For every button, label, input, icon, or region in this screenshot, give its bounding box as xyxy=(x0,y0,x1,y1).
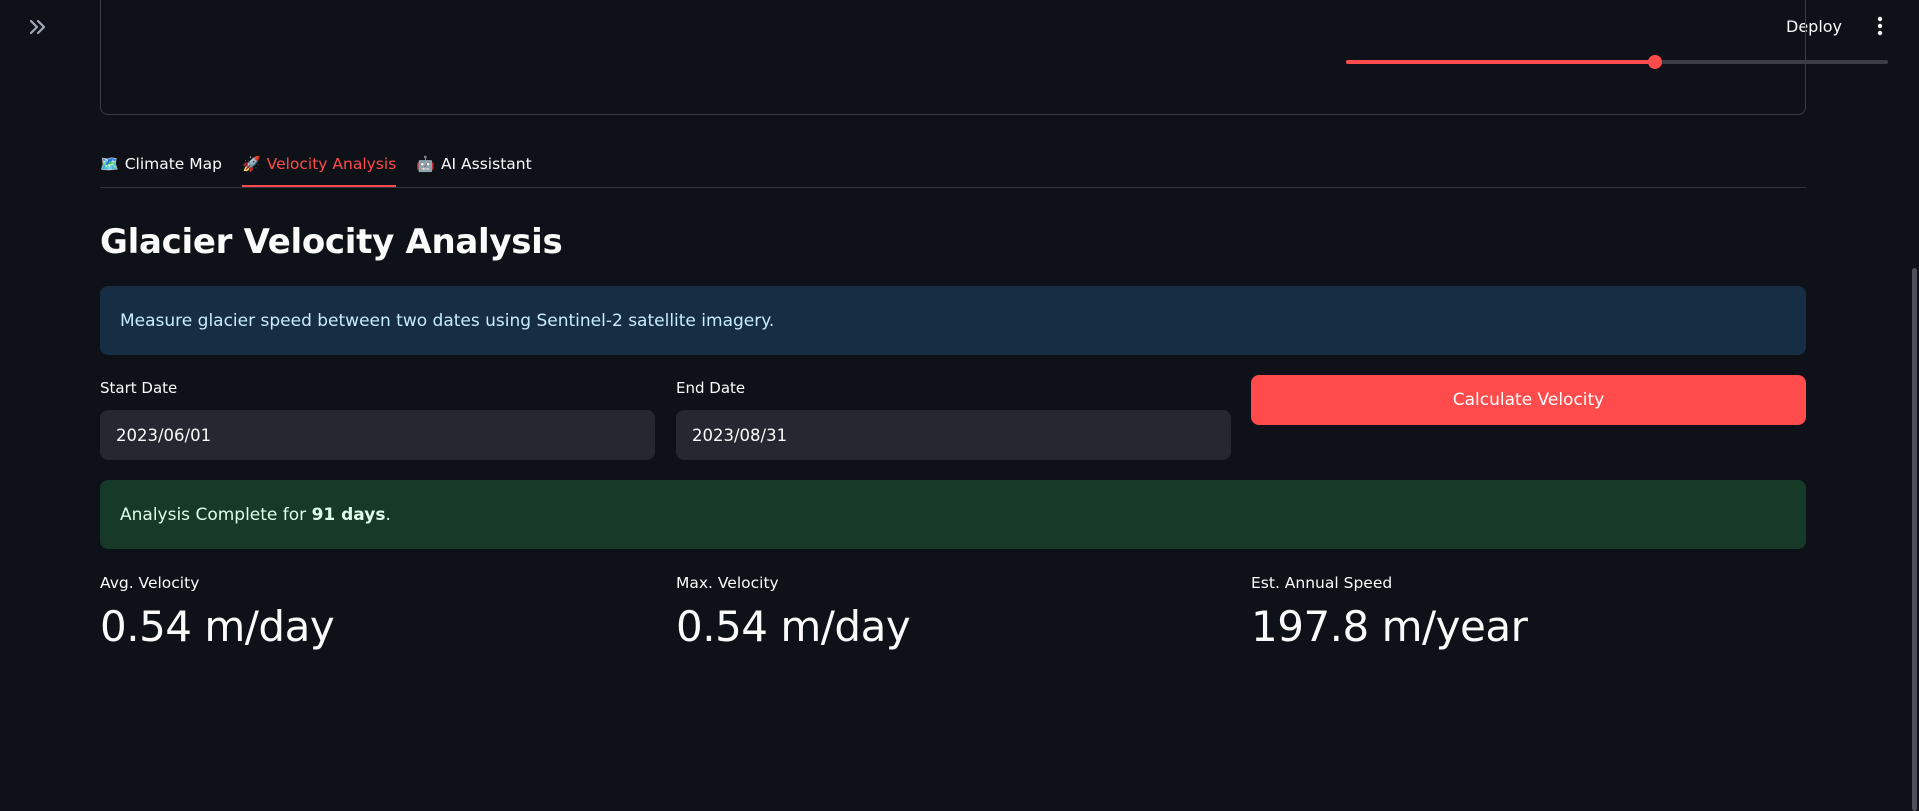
map-icon: 🗺️ xyxy=(100,155,119,173)
info-alert: Measure glacier speed between two dates … xyxy=(100,286,1806,355)
tab-velocity-analysis[interactable]: 🚀 Velocity Analysis xyxy=(241,141,397,187)
tab-climate-map[interactable]: 🗺️ Climate Map xyxy=(100,141,222,187)
metric-value: 197.8 m/year xyxy=(1251,602,1528,651)
tab-bar: 🗺️ Climate Map 🚀 Velocity Analysis 🤖 AI … xyxy=(100,141,1806,188)
metric-label: Max. Velocity xyxy=(676,574,779,592)
app-page: Deploy 🗺️ Climate Map 🚀 Velocity Analysi… xyxy=(0,0,1919,811)
start-date-label: Start Date xyxy=(100,379,178,397)
settings-container xyxy=(100,0,1888,115)
start-date-input[interactable] xyxy=(100,410,655,460)
tab-ai-assistant[interactable]: 🤖 AI Assistant xyxy=(416,141,531,187)
vertical-ellipsis-icon xyxy=(1877,16,1883,36)
info-text: Measure glacier speed between two dates … xyxy=(120,310,775,331)
main-menu-button[interactable] xyxy=(1870,13,1890,39)
page-scrollbar[interactable] xyxy=(1912,268,1917,811)
tab-label: Climate Map xyxy=(124,155,222,173)
metric-annual-speed: Est. Annual Speed 197.8 m/year xyxy=(1251,574,1528,651)
tab-label: AI Assistant xyxy=(440,155,532,173)
tab-label: Velocity Analysis xyxy=(266,155,397,173)
end-date-label: End Date xyxy=(676,379,746,397)
slider-fill xyxy=(1346,60,1655,64)
range-slider[interactable] xyxy=(1346,55,1888,69)
slider-thumb[interactable] xyxy=(1647,55,1662,69)
expand-sidebar-button[interactable] xyxy=(24,14,52,40)
end-date-input[interactable] xyxy=(676,410,1231,460)
metric-value: 0.54 m/day xyxy=(100,602,335,651)
metric-max-velocity: Max. Velocity 0.54 m/day xyxy=(676,574,911,651)
success-text-prefix: Analysis Complete for xyxy=(120,504,312,525)
metric-avg-velocity: Avg. Velocity 0.54 m/day xyxy=(100,574,335,651)
success-days: 91 days xyxy=(311,504,386,525)
double-chevron-right-icon xyxy=(29,19,46,35)
metric-label: Avg. Velocity xyxy=(100,574,200,592)
rocket-icon: 🚀 xyxy=(241,155,261,173)
robot-icon: 🤖 xyxy=(416,155,435,173)
calculate-velocity-button[interactable]: Calculate Velocity xyxy=(1251,375,1806,425)
page-title: Glacier Velocity Analysis xyxy=(100,222,563,262)
success-text-suffix: . xyxy=(385,504,391,525)
success-alert: Analysis Complete for 91 days. xyxy=(100,480,1806,549)
metric-value: 0.54 m/day xyxy=(676,602,911,651)
metric-label: Est. Annual Speed xyxy=(1251,574,1393,592)
